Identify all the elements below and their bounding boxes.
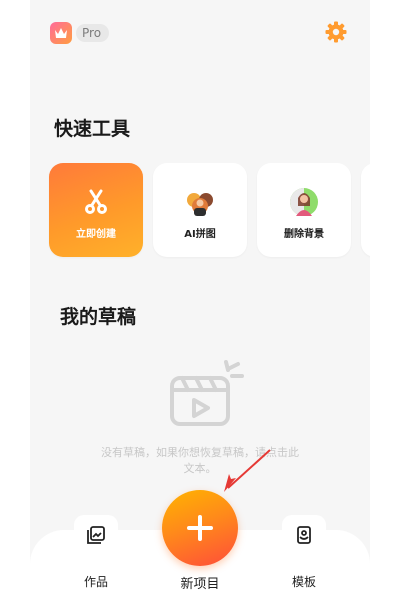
nav-templates-label: 模板 xyxy=(291,575,316,589)
quick-tools-title: 快速工具 xyxy=(54,118,131,140)
app-logo: Pro xyxy=(50,22,110,44)
remove-background-icon xyxy=(288,185,320,219)
pro-badge[interactable]: Pro xyxy=(76,24,110,42)
scissors-icon xyxy=(84,185,108,219)
templates-icon xyxy=(282,515,326,555)
crown-logo-icon xyxy=(50,22,72,44)
ai-collage-card[interactable]: AI拼图 xyxy=(153,163,247,257)
settings-gear-icon[interactable] xyxy=(324,20,348,44)
create-now-card[interactable]: 立即创建 xyxy=(49,163,143,257)
my-drafts-title: 我的草稿 xyxy=(60,306,137,328)
new-project-label[interactable]: 新项目 xyxy=(150,573,250,592)
ai-collage-label: AI拼图 xyxy=(184,229,216,240)
remove-background-label: 删除背景 xyxy=(284,229,324,240)
nav-works[interactable]: 作品 xyxy=(66,515,126,590)
empty-video-clapper-icon xyxy=(168,360,244,432)
no-drafts-message[interactable]: 没有草稿，如果你想恢复草稿，请点击此文本。 xyxy=(100,445,300,477)
nav-works-label: 作品 xyxy=(83,575,108,589)
plus-icon xyxy=(187,515,213,541)
more-tool-card[interactable] xyxy=(361,163,370,257)
ai-collage-icon xyxy=(184,185,216,219)
works-icon xyxy=(74,515,118,555)
nav-templates[interactable]: 模板 xyxy=(274,515,334,590)
new-project-button[interactable] xyxy=(162,490,238,566)
remove-background-card[interactable]: 删除背景 xyxy=(257,163,351,257)
app-screen: Pro 快速工具 立即创建 AI拼图 删除背景 我的草稿 没有草稿，如果你想恢复… xyxy=(30,0,370,600)
create-now-label: 立即创建 xyxy=(76,229,116,240)
